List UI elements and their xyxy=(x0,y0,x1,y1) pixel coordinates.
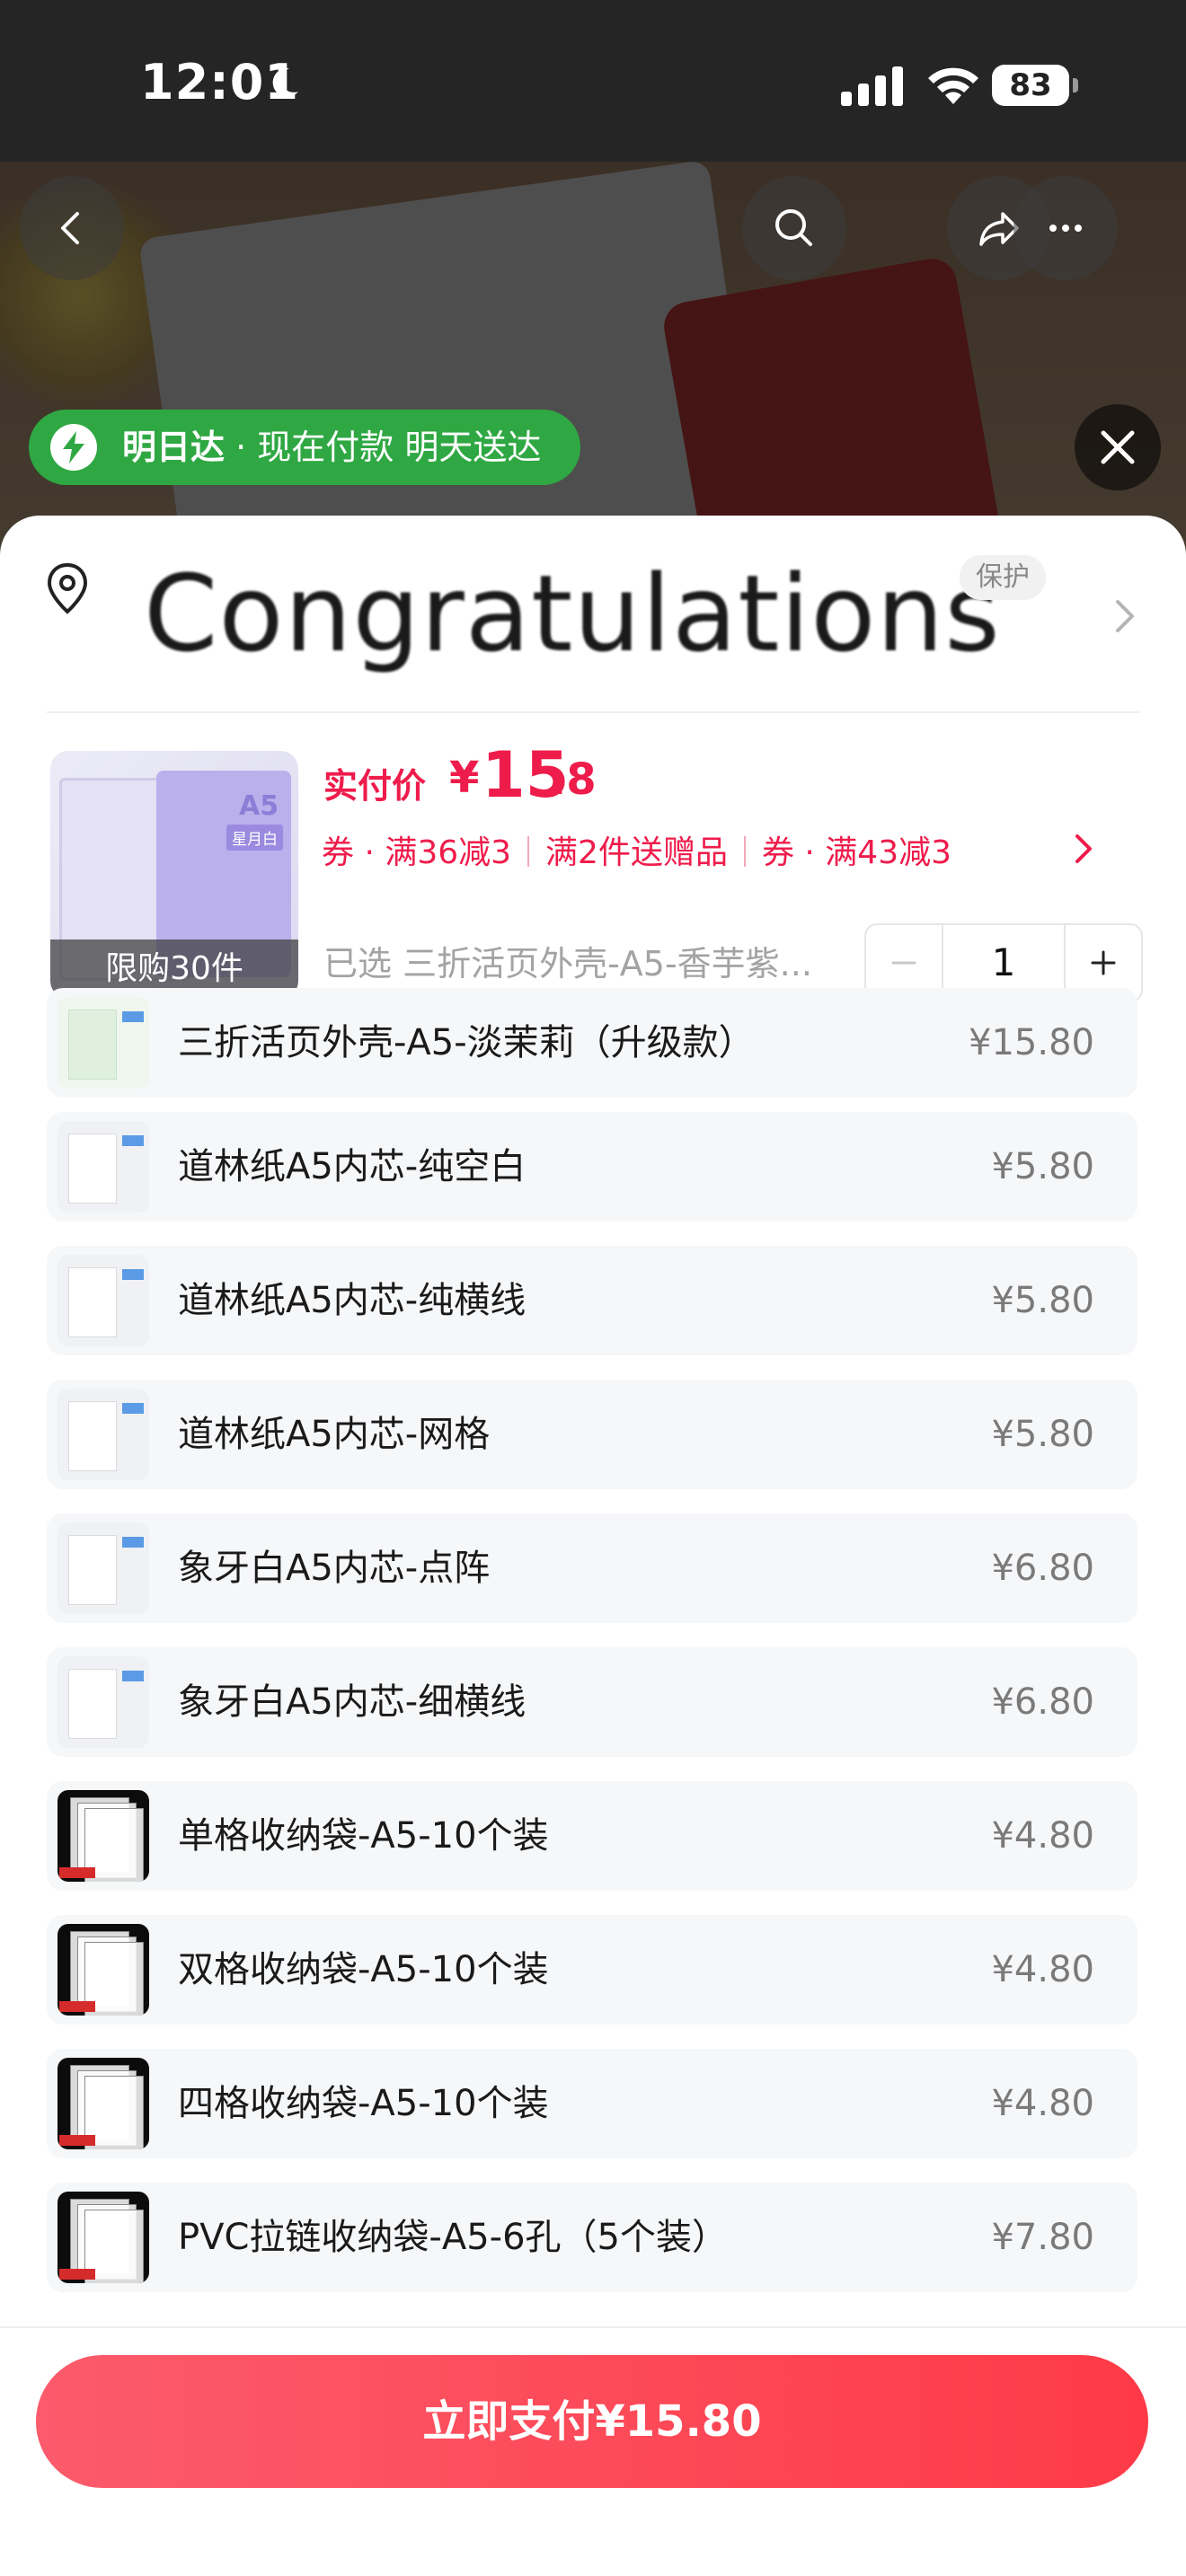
next-day-delivery-badge: 明日达 · 现在付款 明天送达 xyxy=(29,410,581,485)
variant-thumbnail xyxy=(58,1522,149,1614)
delivery-text: · 现在付款 明天送达 xyxy=(225,428,542,467)
battery-level: 83 xyxy=(1009,67,1052,103)
cellular-signal-icon xyxy=(841,66,903,106)
variant-name: 象牙白A5内芯-点阵 xyxy=(178,1548,491,1589)
variant-option[interactable]: 单格收纳袋-A5-10个装 ¥4.80 xyxy=(47,1781,1137,1891)
variant-price: ¥4.80 xyxy=(991,1949,1094,1990)
chevron-left-icon xyxy=(61,212,79,244)
divider xyxy=(47,711,1139,713)
price-currency: ¥ xyxy=(449,753,480,803)
variant-price: ¥4.80 xyxy=(991,2083,1094,2124)
close-icon xyxy=(1101,430,1135,464)
variant-name: 道林纸A5内芯-纯横线 xyxy=(178,1280,527,1321)
variant-price: ¥4.80 xyxy=(991,1815,1094,1857)
price-label: 实付价 xyxy=(323,766,427,806)
chevron-right-icon[interactable] xyxy=(1112,596,1137,636)
promo-coupon-1: 券 · 满36减3 xyxy=(322,834,512,871)
selected-variant-text: 已选 三折活页外壳-A5-香芋紫... xyxy=(323,944,812,984)
delivery-brand: 明日达 xyxy=(122,428,226,467)
variant-name: 道林纸A5内芯-纯空白 xyxy=(178,1146,527,1187)
variant-thumbnail xyxy=(58,1121,149,1213)
variant-option[interactable]: 四格收纳袋-A5-10个装 ¥4.80 xyxy=(47,2049,1137,2158)
variant-thumbnail xyxy=(58,1924,149,2016)
product-thumbnail[interactable]: A5 星月白 限购30件 xyxy=(50,751,298,999)
lightning-icon xyxy=(50,424,97,471)
variant-option[interactable]: 象牙白A5内芯-细横线 ¥6.80 xyxy=(47,1647,1137,1757)
promo-coupon-2: 券 · 满43减3 xyxy=(761,834,951,871)
variant-option[interactable]: 三折活页外壳-A5-淡茉莉（升级款） ¥15.80 xyxy=(47,988,1137,1098)
variant-name: 双格收纳袋-A5-10个装 xyxy=(178,1949,549,1990)
promotions-row[interactable]: 券 · 满36减3 满2件送赠品券 · 满43减3 xyxy=(322,826,951,873)
divider xyxy=(0,2326,1186,2328)
variant-price: ¥5.80 xyxy=(991,1146,1094,1187)
moon-icon xyxy=(272,67,298,97)
variant-name: 四格收纳袋-A5-10个装 xyxy=(178,2083,549,2124)
variant-option[interactable]: 道林纸A5内芯-纯横线 ¥5.80 xyxy=(47,1246,1137,1355)
variant-thumbnail xyxy=(58,1656,149,1748)
variant-name: 三折活页外壳-A5-淡茉莉（升级款） xyxy=(178,1022,755,1063)
pay-now-button[interactable]: 立即支付¥15.80 xyxy=(36,2355,1148,2488)
variant-name: 象牙白A5内芯-细横线 xyxy=(178,1681,527,1723)
search-icon xyxy=(775,209,812,246)
address-headline[interactable]: Congratulations xyxy=(144,551,1001,675)
variant-price: ¥5.80 xyxy=(991,1414,1094,1455)
variant-price: ¥5.80 xyxy=(991,1280,1094,1321)
status-bar: 12:01 83 xyxy=(0,0,1186,162)
plus-icon xyxy=(1091,950,1116,975)
variant-thumbnail xyxy=(58,1790,149,1882)
more-button[interactable] xyxy=(1013,176,1118,280)
variant-option[interactable]: PVC拉链收纳袋-A5-6孔（5个装） ¥7.80 xyxy=(47,2183,1137,2292)
close-sheet-button[interactable] xyxy=(1075,404,1161,490)
more-icon xyxy=(1049,225,1082,232)
variant-price: ¥6.80 xyxy=(991,1548,1094,1589)
price-decimal: .8 xyxy=(550,754,597,805)
sku-selection-sheet: Congratulations 保护 A5 星月白 限购30件 实付价 ¥ 15… xyxy=(0,516,1186,2576)
thumb-size-label: A5 xyxy=(239,790,279,822)
variant-name: 道林纸A5内芯-网格 xyxy=(178,1414,491,1455)
variant-thumbnail xyxy=(58,2058,149,2149)
variant-option[interactable]: 象牙白A5内芯-点阵 ¥6.80 xyxy=(47,1513,1137,1623)
variant-thumbnail xyxy=(58,997,149,1089)
variant-price: ¥6.80 xyxy=(991,1681,1094,1723)
variant-thumbnail xyxy=(58,1389,149,1480)
variant-option[interactable]: 道林纸A5内芯-网格 ¥5.80 xyxy=(47,1380,1137,1489)
variant-name: 单格收纳袋-A5-10个装 xyxy=(178,1815,549,1857)
promo-gift: 满2件送赠品 xyxy=(545,834,728,871)
wifi-icon xyxy=(928,67,978,104)
thumb-color-label: 星月白 xyxy=(226,825,283,851)
battery-icon: 83 xyxy=(992,65,1078,106)
variant-name: PVC拉链收纳袋-A5-6孔（5个装） xyxy=(178,2217,728,2258)
variant-price: ¥7.80 xyxy=(991,2217,1094,2258)
minus-icon xyxy=(891,961,916,965)
variant-option[interactable]: 道林纸A5内芯-纯空白 ¥5.80 xyxy=(47,1112,1137,1222)
promotions-chevron-icon[interactable] xyxy=(1073,832,1094,866)
back-button[interactable] xyxy=(20,176,124,280)
variant-thumbnail xyxy=(58,1255,149,1346)
location-pin-icon[interactable] xyxy=(45,562,90,614)
variant-thumbnail xyxy=(58,2192,149,2283)
protection-tag: 保护 xyxy=(960,555,1046,600)
search-button[interactable] xyxy=(742,176,846,280)
variant-option[interactable]: 双格收纳袋-A5-10个装 ¥4.80 xyxy=(47,1915,1137,2025)
variant-price: ¥15.80 xyxy=(969,1022,1094,1063)
